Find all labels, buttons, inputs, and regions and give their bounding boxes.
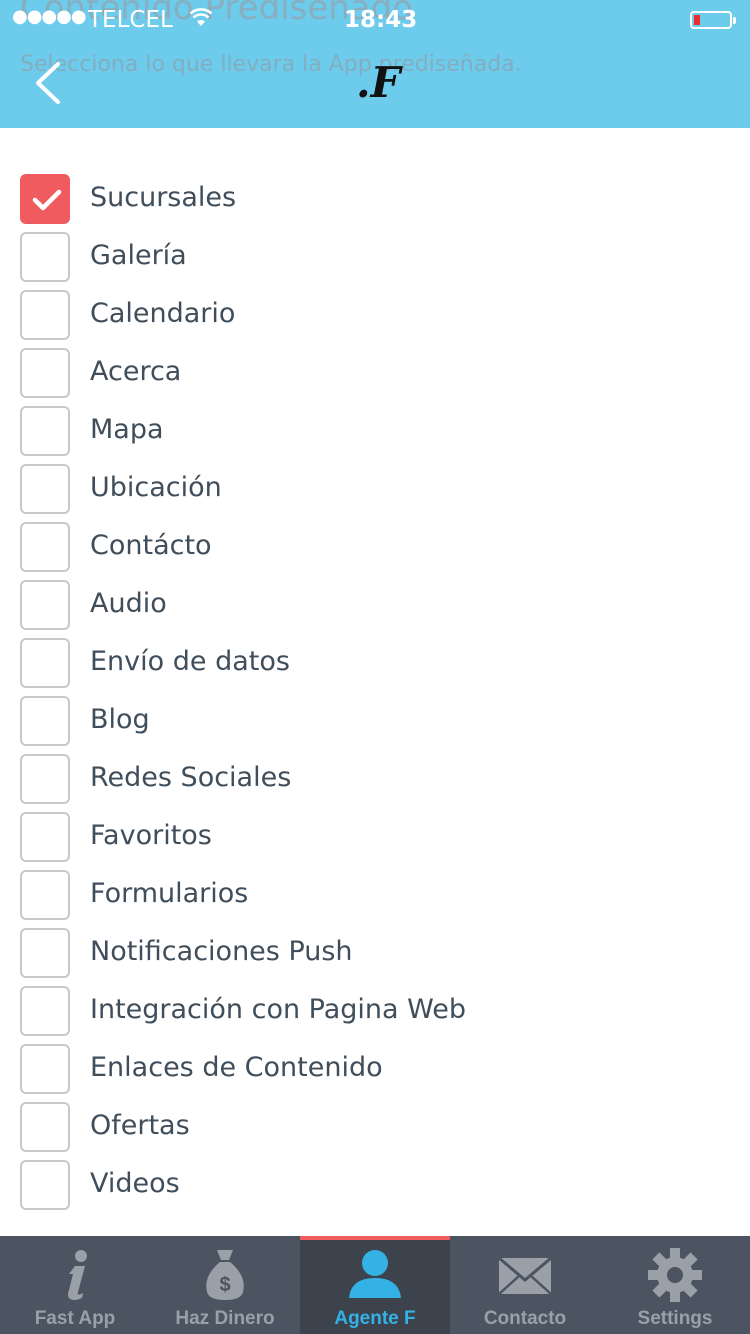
option-label: Acerca (90, 356, 182, 387)
tab-label: Settings (637, 1308, 713, 1329)
wifi-icon (190, 8, 212, 26)
option-label: Enlaces de Contenido (90, 1052, 383, 1083)
option-checkbox[interactable] (20, 638, 70, 688)
info-icon (45, 1246, 105, 1304)
option-item[interactable]: Mapa (0, 402, 750, 460)
option-checkbox[interactable] (20, 464, 70, 514)
option-checkbox[interactable] (20, 522, 70, 572)
option-checkbox[interactable] (20, 986, 70, 1036)
option-label: Galería (90, 240, 187, 271)
option-item[interactable]: Blog (0, 692, 750, 750)
option-checkbox[interactable] (20, 696, 70, 746)
option-item[interactable]: Ubicación (0, 460, 750, 518)
option-label: Envío de datos (90, 646, 290, 677)
app-logo: .F (356, 58, 401, 107)
option-item[interactable]: Notificaciones Push (0, 924, 750, 982)
option-checkbox[interactable] (20, 1160, 70, 1210)
option-item[interactable]: Redes Sociales (0, 750, 750, 808)
option-item[interactable]: Audio (0, 576, 750, 634)
option-label: Audio (90, 588, 167, 619)
tab-label: Fast App (34, 1308, 116, 1329)
option-item[interactable]: Favoritos (0, 808, 750, 866)
gear-icon (645, 1246, 705, 1304)
option-item[interactable]: Formularios (0, 866, 750, 924)
checkmark-icon (32, 189, 62, 211)
option-label: Notificaciones Push (90, 936, 353, 967)
back-button[interactable] (30, 58, 70, 108)
header: Contenido Prediseñado Selecciona lo que … (0, 0, 750, 128)
signal-strength: ●●●●● (12, 6, 87, 27)
option-label: Favoritos (90, 820, 212, 851)
option-checkbox[interactable] (20, 406, 70, 456)
option-checkbox[interactable] (20, 174, 70, 224)
option-item[interactable]: Enlaces de Contenido (0, 1040, 750, 1098)
option-checkbox[interactable] (20, 580, 70, 630)
option-item[interactable]: Sucursales (0, 170, 750, 228)
option-checkbox[interactable] (20, 348, 70, 398)
option-checkbox[interactable] (20, 812, 70, 862)
tab-agente-f[interactable]: Agente F (300, 1236, 450, 1334)
option-checkbox[interactable] (20, 1102, 70, 1152)
option-item[interactable]: Ofertas (0, 1098, 750, 1156)
option-checkbox[interactable] (20, 290, 70, 340)
option-label: Contácto (90, 530, 212, 561)
option-item[interactable]: Calendario (0, 286, 750, 344)
option-label: Calendario (90, 298, 236, 329)
option-checkbox[interactable] (20, 928, 70, 978)
tab-fast-app[interactable]: Fast App (0, 1236, 150, 1334)
envelope-icon (495, 1246, 555, 1304)
tab-label: Haz Dinero (175, 1308, 275, 1329)
carrier-name: TELCEL (88, 7, 173, 33)
option-label: Videos (90, 1168, 180, 1199)
user-icon (345, 1246, 405, 1304)
ghost-subtitle: Selecciona lo que llevara la App predise… (20, 52, 522, 77)
option-item[interactable]: Videos (0, 1156, 750, 1214)
option-item[interactable]: Acerca (0, 344, 750, 402)
option-label: Blog (90, 704, 150, 735)
option-checkbox[interactable] (20, 870, 70, 920)
option-label: Formularios (90, 878, 249, 909)
tab-contacto[interactable]: Contacto (450, 1236, 600, 1334)
option-label: Ubicación (90, 472, 222, 503)
money-bag-icon: $ (195, 1246, 255, 1304)
tab-settings[interactable]: Settings (600, 1236, 750, 1334)
tab-haz-dinero[interactable]: $ Haz Dinero (150, 1236, 300, 1334)
option-label: Integración con Pagina Web (90, 994, 467, 1025)
battery-level (694, 15, 700, 25)
option-checkbox[interactable] (20, 232, 70, 282)
option-item[interactable]: Galería (0, 228, 750, 286)
option-checkbox[interactable] (20, 1044, 70, 1094)
option-checkbox[interactable] (20, 754, 70, 804)
battery-icon (690, 11, 736, 29)
option-item[interactable]: Contácto (0, 518, 750, 576)
option-label: Ofertas (90, 1110, 190, 1141)
chevron-left-icon (36, 62, 60, 104)
tab-label: Contacto (483, 1308, 567, 1329)
tab-label: Agente F (334, 1308, 416, 1329)
status-time: 18:43 (344, 7, 418, 33)
status-bar: ●●●●● TELCEL 18:43 (0, 0, 750, 40)
tab-bar: Fast App $ Haz Dinero Agente F Contacto Setti… (0, 1236, 750, 1334)
option-label: Sucursales (90, 182, 237, 213)
svg-text:$: $ (219, 1274, 230, 1296)
option-label: Redes Sociales (90, 762, 292, 793)
option-item[interactable]: Envío de datos (0, 634, 750, 692)
option-item[interactable]: Integración con Pagina Web (0, 982, 750, 1040)
option-label: Mapa (90, 414, 164, 445)
